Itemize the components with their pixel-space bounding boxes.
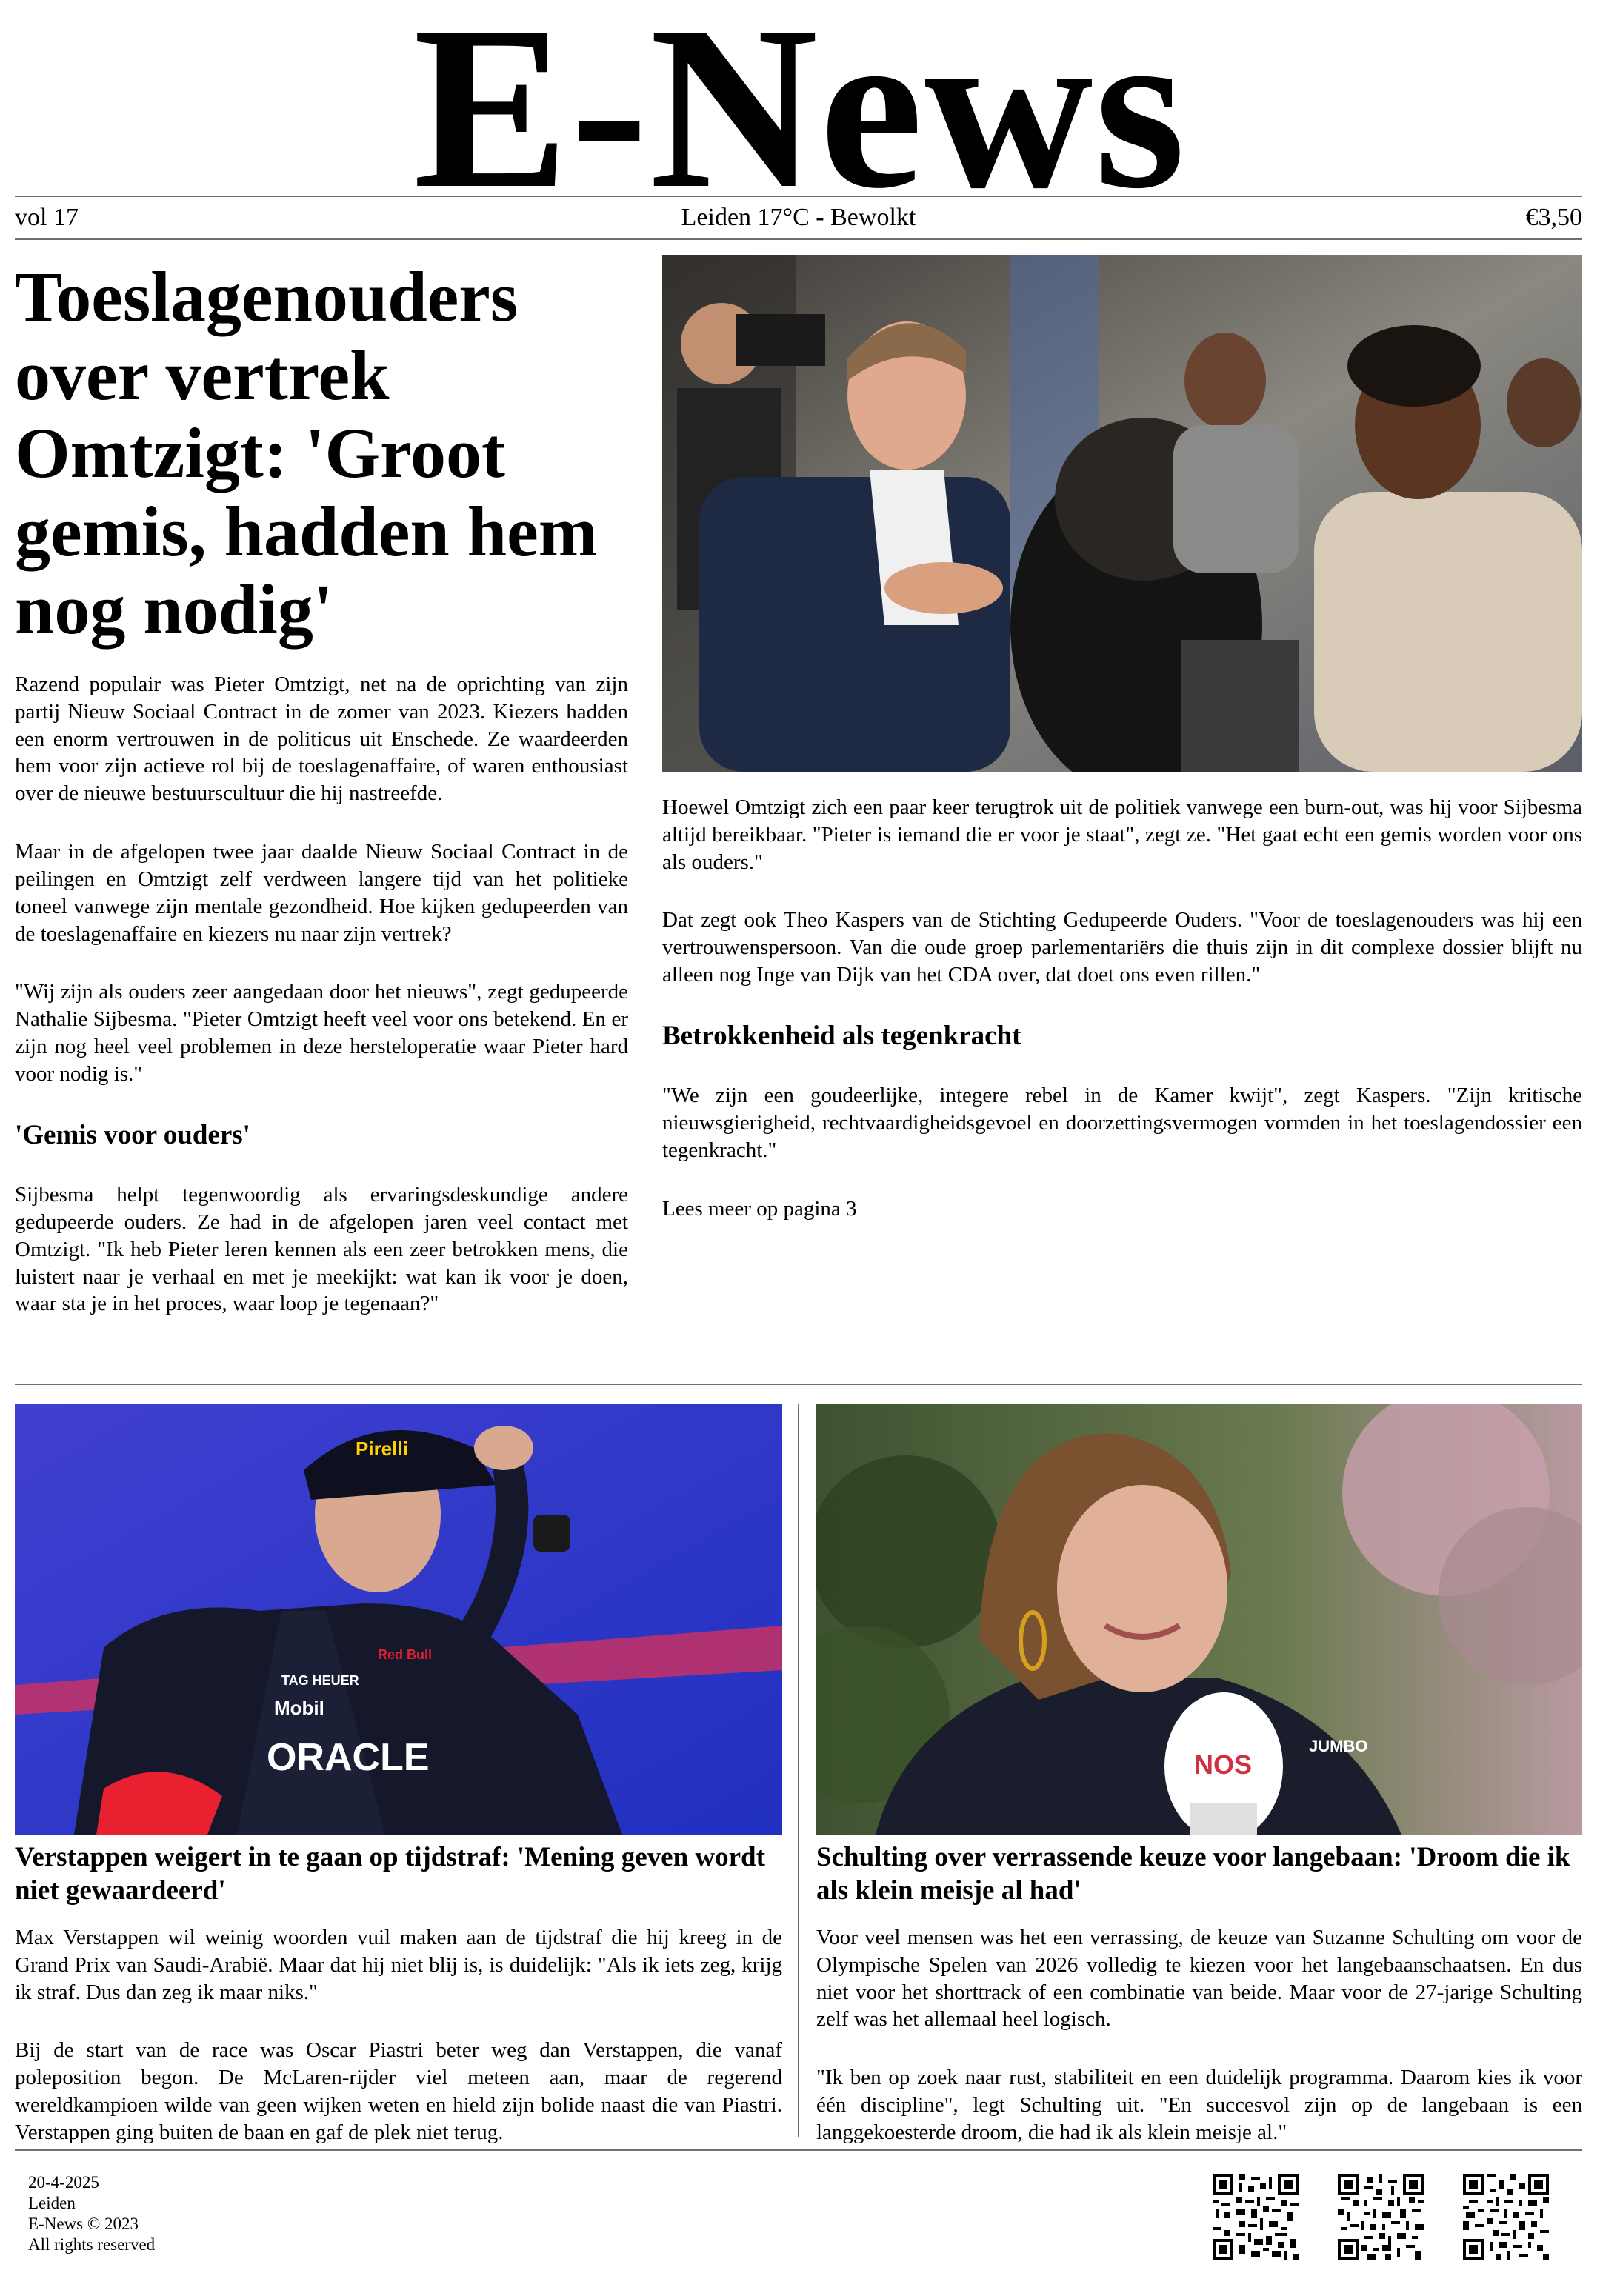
- lead-paragraph: Dat zegt ook Theo Kaspers van de Stichti…: [662, 908, 1582, 987]
- qr-code-icon[interactable]: [1463, 2174, 1549, 2260]
- footer-city: Leiden: [28, 2194, 76, 2213]
- lead-photo-omtzigt: [662, 255, 1582, 772]
- shirt-sponsor-text: Red Bull: [378, 1647, 432, 1662]
- lead-subheading-gemis: 'Gemis voor ouders': [15, 1119, 250, 1150]
- schulting-headline: Schulting over verrassende keuze voor la…: [816, 1842, 1570, 1906]
- verstappen-headline: Verstappen weigert in te gaan op tijdstr…: [15, 1842, 765, 1906]
- lead-paragraph: Sijbesma helpt tegenwoordig als ervaring…: [15, 1183, 628, 1316]
- footer-rule: [15, 2149, 1582, 2151]
- lead-paragraph: Razend populair was Pieter Omtzigt, net …: [15, 673, 628, 806]
- weather-label: Leiden 17°C - Bewolkt: [681, 204, 916, 231]
- price-label: €3,50: [1525, 204, 1583, 231]
- schulting-text: Voor veel mensen was het een verrassing,…: [816, 1924, 1582, 2177]
- info-bar: vol 17 Leiden 17°C - Bewolkt €3,50: [15, 201, 1582, 234]
- footer-info: 20-4-2025 Leiden E-News © 2023 All right…: [28, 2172, 155, 2255]
- column-divider: [798, 1404, 799, 2137]
- lead-paragraph: Maar in de afgelopen twee jaar daalde Ni…: [15, 840, 628, 946]
- story-paragraph: Bij de start van de race was Oscar Piast…: [15, 2038, 782, 2144]
- read-more-link[interactable]: Lees meer op pagina 3: [662, 1195, 1582, 1223]
- masthead-rule-bottom: [15, 238, 1582, 240]
- footer-date: 20-4-2025: [28, 2173, 99, 2192]
- story-paragraph: Max Verstappen wil weinig woorden vuil m…: [15, 1926, 782, 2004]
- lead-headline: Toeslagenouders over vertrek Omtzigt: 'G…: [15, 257, 598, 650]
- schulting-photo: NOS JUMBO: [816, 1404, 1582, 1835]
- section-divider: [15, 1384, 1582, 1385]
- masthead-title: E-News: [413, 0, 1187, 237]
- masthead-rule-top: [15, 196, 1582, 197]
- story-paragraph: "Ik ben op zoek naar rust, stabiliteit e…: [816, 2066, 1582, 2144]
- lead-paragraph: "Wij zijn als ouders zeer aangedaan door…: [15, 980, 628, 1086]
- footer-copyright: E-News © 2023: [28, 2215, 139, 2234]
- qr-code-icon[interactable]: [1213, 2174, 1299, 2260]
- qr-code-icon[interactable]: [1338, 2174, 1424, 2260]
- shirt-sponsor-text: Mobil: [274, 1697, 324, 1719]
- lead-right-column: Hoewel Omtzigt zich een paar keer terugt…: [662, 794, 1582, 1254]
- shirt-sponsor-text: TAG HEUER: [281, 1673, 359, 1688]
- lead-paragraph: Hoewel Omtzigt zich een paar keer terugt…: [662, 795, 1582, 874]
- lead-subheading-betrokkenheid: Betrokkenheid als tegenkracht: [662, 1020, 1021, 1051]
- story-paragraph: Voor veel mensen was het een verrassing,…: [816, 1926, 1582, 2032]
- jacket-label-text: JUMBO: [1309, 1737, 1367, 1755]
- verstappen-text: Max Verstappen wil weinig woorden vuil m…: [15, 1924, 782, 2177]
- verstappen-photo: Pirelli ORACLE Mobil TAG HEUER Red Bull: [15, 1404, 782, 1835]
- shirt-brand-text: ORACLE: [267, 1736, 430, 1779]
- mic-label-text: NOS: [1194, 1749, 1252, 1780]
- lead-left-column: Razend populair was Pieter Omtzigt, net …: [15, 671, 628, 1349]
- cap-brand-text: Pirelli: [356, 1438, 408, 1460]
- lead-paragraph: "We zijn een goudeerlijke, integere rebe…: [662, 1084, 1582, 1163]
- footer-rights: All rights reserved: [28, 2235, 156, 2255]
